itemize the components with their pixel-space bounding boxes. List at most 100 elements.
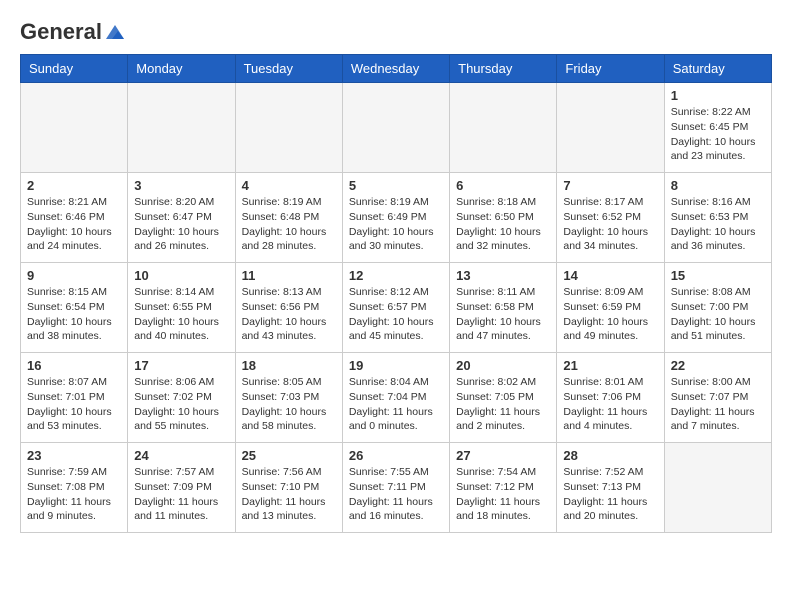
- day-number: 8: [671, 178, 765, 193]
- day-info: Sunrise: 8:15 AM Sunset: 6:54 PM Dayligh…: [27, 285, 121, 344]
- day-number: 20: [456, 358, 550, 373]
- day-number: 28: [563, 448, 657, 463]
- logo-general: General: [20, 20, 102, 44]
- day-info: Sunrise: 8:05 AM Sunset: 7:03 PM Dayligh…: [242, 375, 336, 434]
- calendar-cell: 25 Sunrise: 7:56 AM Sunset: 7:10 PM Dayli…: [235, 443, 342, 533]
- calendar-cell: [21, 83, 128, 173]
- calendar-cell: 18 Sunrise: 8:05 AM Sunset: 7:03 PM Dayli…: [235, 353, 342, 443]
- calendar-cell: 24Sunrise: 7:57 AM Sunset: 7:09 PM Dayli…: [128, 443, 235, 533]
- day-info: Sunrise: 8:08 AM Sunset: 7:00 PM Dayligh…: [671, 285, 765, 344]
- day-info: Sunrise: 7:57 AM Sunset: 7:09 PM Dayligh…: [134, 465, 228, 524]
- day-number: 15: [671, 268, 765, 283]
- day-number: 17: [134, 358, 228, 373]
- day-number: 1: [671, 88, 765, 103]
- day-info: Sunrise: 8:19 AM Sunset: 6:48 PM Dayligh…: [242, 195, 336, 254]
- calendar-cell: 20 Sunrise: 8:02 AM Sunset: 7:05 PM Dayli…: [450, 353, 557, 443]
- weekday-header-wednesday: Wednesday: [342, 55, 449, 83]
- day-number: 5: [349, 178, 443, 193]
- day-number: 11: [242, 268, 336, 283]
- calendar-cell: 14 Sunrise: 8:09 AM Sunset: 6:59 PM Dayli…: [557, 263, 664, 353]
- calendar-cell: 13Sunrise: 8:11 AM Sunset: 6:58 PM Dayli…: [450, 263, 557, 353]
- day-info: Sunrise: 8:12 AM Sunset: 6:57 PM Dayligh…: [349, 285, 443, 344]
- calendar-cell: 15 Sunrise: 8:08 AM Sunset: 7:00 PM Dayli…: [664, 263, 771, 353]
- calendar-cell: 2 Sunrise: 8:21 AM Sunset: 6:46 PM Daylig…: [21, 173, 128, 263]
- week-row-1: 2 Sunrise: 8:21 AM Sunset: 6:46 PM Daylig…: [21, 173, 772, 263]
- weekday-header-monday: Monday: [128, 55, 235, 83]
- calendar-cell: 17 Sunrise: 8:06 AM Sunset: 7:02 PM Dayli…: [128, 353, 235, 443]
- weekday-header-saturday: Saturday: [664, 55, 771, 83]
- calendar-cell: 6 Sunrise: 8:18 AM Sunset: 6:50 PM Daylig…: [450, 173, 557, 263]
- calendar-cell: 4 Sunrise: 8:19 AM Sunset: 6:48 PM Daylig…: [235, 173, 342, 263]
- calendar: SundayMondayTuesdayWednesdayThursdayFrid…: [20, 54, 772, 533]
- day-number: 9: [27, 268, 121, 283]
- day-number: 10: [134, 268, 228, 283]
- calendar-cell: 8Sunrise: 8:16 AM Sunset: 6:53 PM Daylig…: [664, 173, 771, 263]
- day-number: 2: [27, 178, 121, 193]
- day-number: 7: [563, 178, 657, 193]
- day-number: 25: [242, 448, 336, 463]
- calendar-cell: 3Sunrise: 8:20 AM Sunset: 6:47 PM Daylig…: [128, 173, 235, 263]
- day-info: Sunrise: 8:09 AM Sunset: 6:59 PM Dayligh…: [563, 285, 657, 344]
- day-info: Sunrise: 8:17 AM Sunset: 6:52 PM Dayligh…: [563, 195, 657, 254]
- calendar-cell: [450, 83, 557, 173]
- day-info: Sunrise: 8:00 AM Sunset: 7:07 PM Dayligh…: [671, 375, 765, 434]
- day-number: 12: [349, 268, 443, 283]
- page-header: General: [20, 20, 772, 44]
- calendar-cell: 21 Sunrise: 8:01 AM Sunset: 7:06 PM Dayli…: [557, 353, 664, 443]
- calendar-cell: 22Sunrise: 8:00 AM Sunset: 7:07 PM Dayli…: [664, 353, 771, 443]
- calendar-cell: 16 Sunrise: 8:07 AM Sunset: 7:01 PM Dayli…: [21, 353, 128, 443]
- day-info: Sunrise: 7:55 AM Sunset: 7:11 PM Dayligh…: [349, 465, 443, 524]
- calendar-cell: 27 Sunrise: 7:54 AM Sunset: 7:12 PM Dayli…: [450, 443, 557, 533]
- day-info: Sunrise: 7:52 AM Sunset: 7:13 PM Dayligh…: [563, 465, 657, 524]
- calendar-cell: [235, 83, 342, 173]
- day-number: 21: [563, 358, 657, 373]
- day-info: Sunrise: 8:04 AM Sunset: 7:04 PM Dayligh…: [349, 375, 443, 434]
- day-info: Sunrise: 8:01 AM Sunset: 7:06 PM Dayligh…: [563, 375, 657, 434]
- calendar-cell: 7 Sunrise: 8:17 AM Sunset: 6:52 PM Daylig…: [557, 173, 664, 263]
- day-info: Sunrise: 8:07 AM Sunset: 7:01 PM Dayligh…: [27, 375, 121, 434]
- calendar-cell: [128, 83, 235, 173]
- calendar-cell: 9 Sunrise: 8:15 AM Sunset: 6:54 PM Daylig…: [21, 263, 128, 353]
- weekday-header-tuesday: Tuesday: [235, 55, 342, 83]
- day-number: 19: [349, 358, 443, 373]
- day-info: Sunrise: 8:18 AM Sunset: 6:50 PM Dayligh…: [456, 195, 550, 254]
- day-info: Sunrise: 7:54 AM Sunset: 7:12 PM Dayligh…: [456, 465, 550, 524]
- day-number: 14: [563, 268, 657, 283]
- weekday-header-sunday: Sunday: [21, 55, 128, 83]
- calendar-cell: 12 Sunrise: 8:12 AM Sunset: 6:57 PM Dayli…: [342, 263, 449, 353]
- day-number: 16: [27, 358, 121, 373]
- calendar-cell: 19 Sunrise: 8:04 AM Sunset: 7:04 PM Dayli…: [342, 353, 449, 443]
- day-info: Sunrise: 8:11 AM Sunset: 6:58 PM Dayligh…: [456, 285, 550, 344]
- day-number: 23: [27, 448, 121, 463]
- calendar-cell: 26 Sunrise: 7:55 AM Sunset: 7:11 PM Dayli…: [342, 443, 449, 533]
- day-info: Sunrise: 8:20 AM Sunset: 6:47 PM Dayligh…: [134, 195, 228, 254]
- calendar-cell: [557, 83, 664, 173]
- day-info: Sunrise: 8:14 AM Sunset: 6:55 PM Dayligh…: [134, 285, 228, 344]
- day-info: Sunrise: 8:22 AM Sunset: 6:45 PM Dayligh…: [671, 105, 765, 164]
- day-info: Sunrise: 8:19 AM Sunset: 6:49 PM Dayligh…: [349, 195, 443, 254]
- day-info: Sunrise: 8:02 AM Sunset: 7:05 PM Dayligh…: [456, 375, 550, 434]
- week-row-3: 16 Sunrise: 8:07 AM Sunset: 7:01 PM Dayli…: [21, 353, 772, 443]
- day-info: Sunrise: 8:13 AM Sunset: 6:56 PM Dayligh…: [242, 285, 336, 344]
- day-info: Sunrise: 7:56 AM Sunset: 7:10 PM Dayligh…: [242, 465, 336, 524]
- weekday-header-row: SundayMondayTuesdayWednesdayThursdayFrid…: [21, 55, 772, 83]
- day-number: 6: [456, 178, 550, 193]
- calendar-cell: [342, 83, 449, 173]
- day-info: Sunrise: 8:06 AM Sunset: 7:02 PM Dayligh…: [134, 375, 228, 434]
- logo: General: [20, 20, 126, 44]
- logo-icon: [104, 23, 126, 41]
- calendar-cell: [664, 443, 771, 533]
- calendar-cell: 28 Sunrise: 7:52 AM Sunset: 7:13 PM Dayli…: [557, 443, 664, 533]
- day-number: 18: [242, 358, 336, 373]
- weekday-header-friday: Friday: [557, 55, 664, 83]
- week-row-0: 1 Sunrise: 8:22 AM Sunset: 6:45 PM Daylig…: [21, 83, 772, 173]
- day-number: 27: [456, 448, 550, 463]
- day-number: 4: [242, 178, 336, 193]
- week-row-2: 9 Sunrise: 8:15 AM Sunset: 6:54 PM Daylig…: [21, 263, 772, 353]
- day-info: Sunrise: 7:59 AM Sunset: 7:08 PM Dayligh…: [27, 465, 121, 524]
- calendar-cell: 5 Sunrise: 8:19 AM Sunset: 6:49 PM Daylig…: [342, 173, 449, 263]
- day-info: Sunrise: 8:21 AM Sunset: 6:46 PM Dayligh…: [27, 195, 121, 254]
- day-number: 26: [349, 448, 443, 463]
- weekday-header-thursday: Thursday: [450, 55, 557, 83]
- calendar-cell: 11 Sunrise: 8:13 AM Sunset: 6:56 PM Dayli…: [235, 263, 342, 353]
